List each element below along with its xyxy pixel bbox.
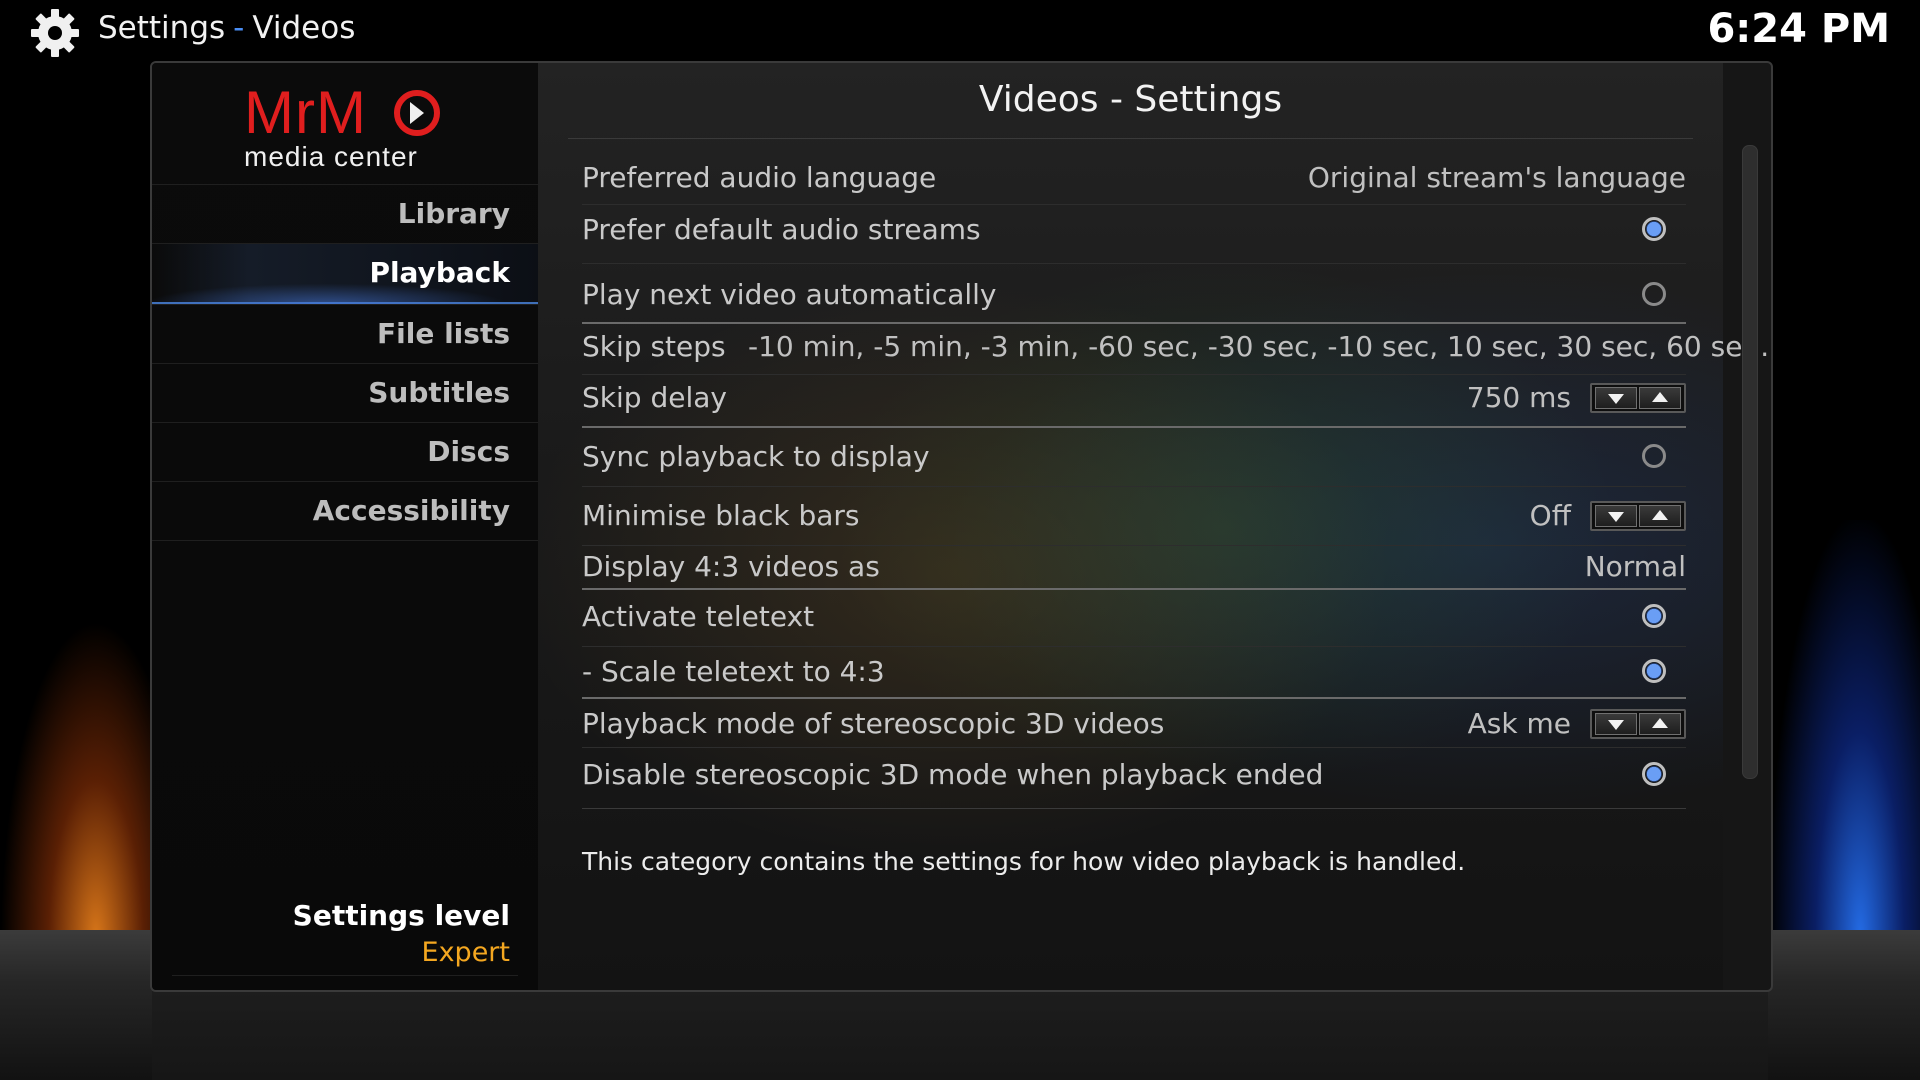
setting-activate-teletext[interactable]: Activate teletext [582,590,1686,647]
radio-off-icon[interactable] [1642,282,1666,306]
mrmc-logo: MrM media center [244,83,444,183]
breadcrumb: Settings - Videos [98,10,355,46]
setting-label: Preferred audio language [582,161,937,194]
value-spinner [1590,709,1686,739]
sidebar-item-label: Accessibility [312,494,510,527]
divider [582,808,1686,809]
setting-label: Activate teletext [582,600,815,633]
category-nav: Library Playback File lists Subtitles Di… [152,184,538,541]
setting-label: Prefer default audio streams [582,213,981,246]
setting-value: Off [1529,499,1571,532]
sidebar-item-accessibility[interactable]: Accessibility [152,481,538,541]
settings-list: Preferred audio language Original stream… [582,153,1769,804]
setting-skip-delay[interactable]: Skip delay 750 ms [582,375,1686,428]
sidebar-item-label: Playback [369,256,510,289]
setting-scale-teletext[interactable]: - Scale teletext to 4:3 [582,647,1686,699]
setting-value: Normal [1584,550,1686,583]
settings-window: MrM media center Library Playback File l… [150,61,1773,992]
sidebar-item-file-lists[interactable]: File lists [152,304,538,363]
divider [568,138,1693,139]
breadcrumb-separator: - [233,10,245,46]
setting-stereoscopic-playback-mode[interactable]: Playback mode of stereoscopic 3D videos … [582,699,1686,748]
screen: Settings - Videos 6:24 PM MrM media center… [0,0,1920,1080]
settings-level-button[interactable]: Settings level Expert [293,898,510,972]
setting-label: Skip delay [582,381,727,414]
setting-play-next-video-automatically[interactable]: Play next video automatically [582,264,1686,324]
setting-value: Original stream's language [1307,161,1686,194]
radio-on-icon[interactable] [1642,659,1666,683]
settings-level-label: Settings level [292,899,510,932]
value-spinner [1590,501,1686,531]
setting-minimise-black-bars[interactable]: Minimise black bars Off [582,487,1686,546]
setting-label: Skip steps [582,330,726,363]
gear-icon [31,9,79,57]
setting-label: - Scale teletext to 4:3 [582,655,885,688]
chevron-down-icon[interactable] [1595,505,1637,527]
sidebar-item-subtitles[interactable]: Subtitles [152,363,538,422]
sidebar-item-label: Subtitles [368,376,510,409]
chevron-up-icon[interactable] [1639,505,1681,527]
value-spinner [1590,383,1686,413]
background-glow-right [1770,520,1920,940]
setting-label: Play next video automatically [582,278,997,311]
setting-value: -10 min, -5 min, -3 min, -60 sec, -30 se… [748,330,1770,363]
sidebar-item-label: Discs [427,435,510,468]
divider [172,975,518,976]
radio-on-icon[interactable] [1642,762,1666,786]
page-title: Videos - Settings [978,79,1283,120]
setting-preferred-audio-language[interactable]: Preferred audio language Original stream… [582,153,1686,205]
sidebar-item-discs[interactable]: Discs [152,422,538,481]
chevron-up-icon[interactable] [1639,713,1681,735]
setting-disable-stereoscopic-3d[interactable]: Disable stereoscopic 3D mode when playba… [582,748,1686,804]
radio-on-icon[interactable] [1642,604,1666,628]
setting-value: Ask me [1467,707,1571,740]
setting-label: Display 4:3 videos as [582,550,880,583]
play-icon [394,90,440,136]
chevron-down-icon[interactable] [1595,713,1637,735]
radio-on-icon[interactable] [1642,217,1666,241]
setting-sync-playback-to-display[interactable]: Sync playback to display [582,428,1686,487]
radio-off-icon[interactable] [1642,444,1666,468]
window-reflection [152,990,1768,1080]
chevron-up-icon[interactable] [1639,387,1681,409]
category-description: This category contains the settings for … [582,847,1466,876]
logo-tagline: media center [244,141,418,172]
sidebar: MrM media center Library Playback File l… [152,63,538,990]
sidebar-item-label: Library [397,197,510,230]
sidebar-item-playback[interactable]: Playback [152,243,538,304]
setting-label: Playback mode of stereoscopic 3D videos [582,707,1165,740]
setting-skip-steps[interactable]: Skip steps -10 min, -5 min, -3 min, -60 … [582,324,1769,375]
breadcrumb-page: Videos [252,10,356,46]
settings-level-value: Expert [421,937,510,968]
setting-label: Minimise black bars [582,499,860,532]
breadcrumb-section: Settings [98,10,226,46]
setting-label: Sync playback to display [582,440,930,473]
clock: 6:24 PM [1707,6,1890,52]
setting-prefer-default-audio-streams[interactable]: Prefer default audio streams [582,205,1686,264]
chevron-down-icon[interactable] [1595,387,1637,409]
scrollbar[interactable] [1742,145,1758,779]
settings-panel: Videos - Settings Preferred audio langua… [538,63,1769,990]
setting-value: 750 ms [1466,381,1571,414]
background-glow-left [0,620,160,940]
setting-label: Disable stereoscopic 3D mode when playba… [582,758,1324,791]
sidebar-item-library[interactable]: Library [152,184,538,243]
setting-display-4-3-videos-as[interactable]: Display 4:3 videos as Normal [582,546,1686,590]
sidebar-item-label: File lists [377,317,510,350]
